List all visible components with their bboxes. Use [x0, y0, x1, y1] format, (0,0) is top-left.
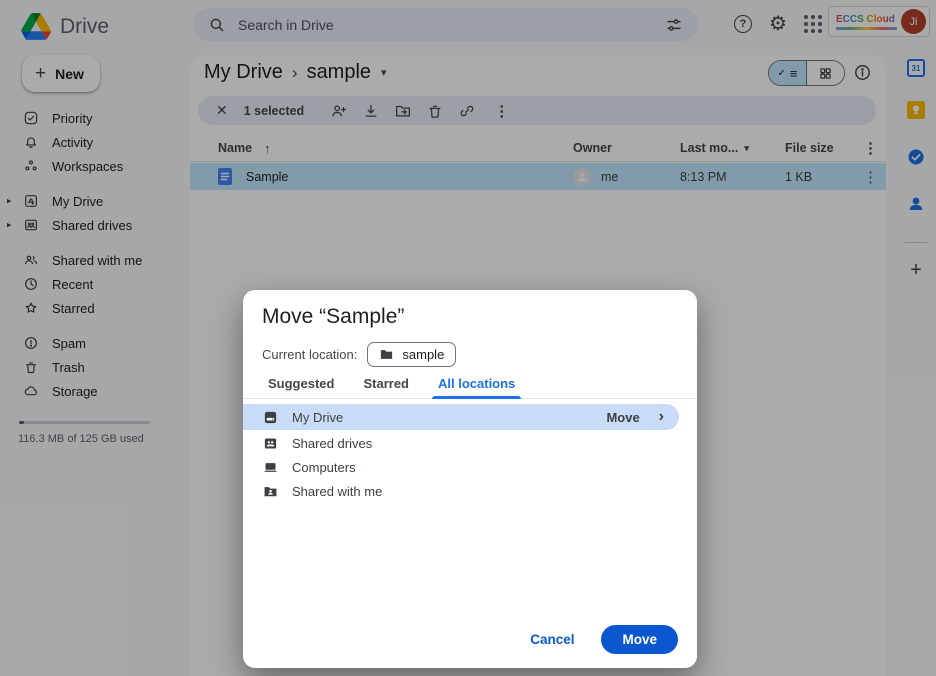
location-row-shared-drives[interactable]: Shared drives — [243, 431, 697, 455]
location-row-computers[interactable]: Computers — [243, 455, 697, 479]
move-button[interactable]: Move — [601, 625, 678, 654]
my-drive-location-icon — [263, 410, 278, 425]
dialog-footer: Cancel Move — [530, 625, 678, 654]
computers-location-icon — [263, 460, 278, 475]
cancel-button[interactable]: Cancel — [530, 632, 574, 647]
location-row-my-drive[interactable]: My Drive Move › — [243, 404, 679, 430]
dialog-tabs: Suggested Starred All locations — [243, 374, 697, 399]
folder-icon — [379, 347, 394, 362]
shared-with-me-location-icon — [263, 484, 278, 499]
dialog-title: Move “Sample” — [262, 305, 404, 329]
location-row-shared-with-me[interactable]: Shared with me — [243, 479, 697, 503]
tab-suggested[interactable]: Suggested — [262, 374, 340, 398]
tab-starred[interactable]: Starred — [357, 374, 415, 398]
current-location-row: Current location: sample — [262, 342, 456, 367]
google-drive-app: Drive + New Priority Activity — [0, 0, 936, 676]
current-location-chip[interactable]: sample — [367, 342, 456, 367]
current-location-label: Current location: — [262, 347, 357, 362]
shared-drives-location-icon — [263, 436, 278, 451]
tab-all-locations[interactable]: All locations — [432, 374, 521, 398]
move-dialog: Move “Sample” Current location: sample S… — [243, 290, 697, 668]
chevron-right-icon[interactable]: › — [659, 408, 664, 426]
location-list: My Drive Move › Shared drives Computers — [243, 404, 697, 503]
move-here-action[interactable]: Move › — [606, 408, 679, 426]
